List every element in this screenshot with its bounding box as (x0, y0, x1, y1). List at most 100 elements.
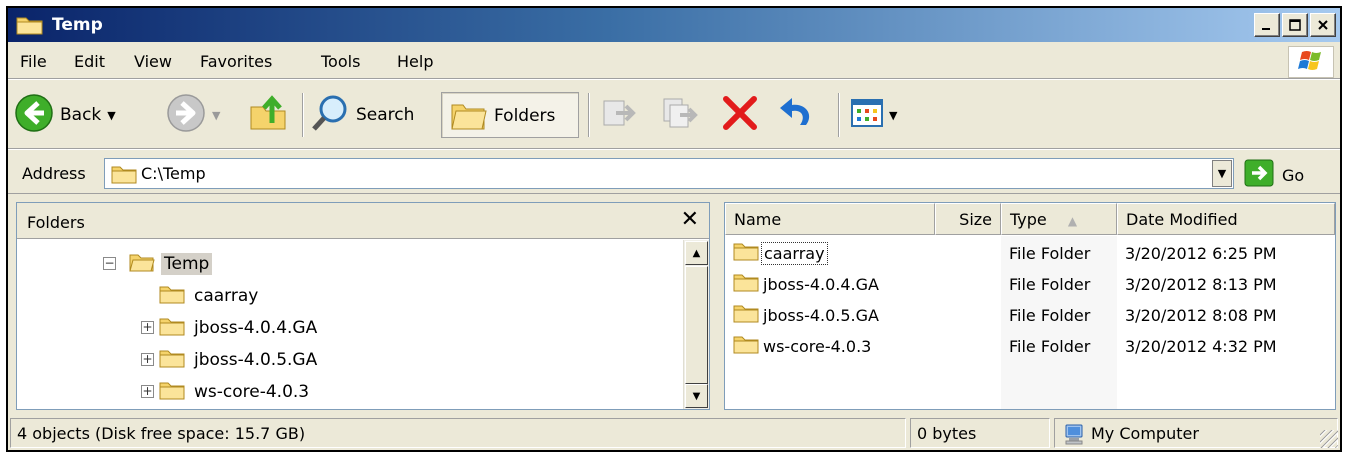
folders-scrollbar[interactable]: ▲ ▼ (683, 240, 709, 409)
expand-icon[interactable]: + (141, 353, 154, 366)
menu-favorites[interactable]: Favorites (200, 52, 272, 71)
folder-icon (111, 164, 137, 189)
list-item[interactable]: jboss-4.0.4.GA File Folder 3/20/2012 8:1… (725, 270, 1335, 301)
list-item[interactable]: jboss-4.0.5.GA File Folder 3/20/2012 8:0… (725, 301, 1335, 332)
status-size: 0 bytes (910, 418, 1050, 448)
standard-toolbar: Back ▼ ▼ Search Folders ▼ (8, 81, 1340, 149)
explorer-window: Temp File Edit View Favorites Tools Help (6, 6, 1342, 452)
back-arrow-icon (14, 93, 54, 138)
maximize-button[interactable] (1282, 13, 1308, 37)
menu-file[interactable]: File (20, 52, 47, 71)
column-header-date-modified[interactable]: Date Modified (1117, 203, 1335, 235)
folders-button[interactable]: Folders (441, 92, 579, 138)
folder-icon (159, 380, 185, 405)
minimize-button[interactable] (1254, 13, 1280, 37)
copy-to-icon (660, 93, 700, 138)
folder-icon (159, 316, 185, 341)
file-modified: 3/20/2012 8:08 PM (1125, 306, 1277, 325)
forward-dropdown-icon[interactable]: ▼ (212, 109, 220, 122)
list-item[interactable]: ws-core-4.0.3 File Folder 3/20/2012 4:32… (725, 332, 1335, 363)
file-type: File Folder (1009, 244, 1091, 263)
up-button[interactable] (248, 94, 288, 136)
delete-button[interactable] (720, 94, 760, 136)
column-header-size[interactable]: Size (935, 203, 1001, 235)
toolbar-separator (588, 93, 590, 137)
close-pane-icon[interactable]: ✕ (681, 207, 699, 232)
status-zone: My Computer (1054, 418, 1338, 448)
scroll-thumb[interactable] (685, 266, 708, 384)
windows-logo-icon (1288, 46, 1334, 78)
expand-icon[interactable]: + (141, 385, 154, 398)
tree-item-jboss-405[interactable]: + jboss-4.0.5.GA (137, 345, 320, 375)
forward-arrow-icon (166, 93, 206, 138)
status-objects: 4 objects (Disk free space: 15.7 GB) (10, 418, 906, 448)
go-button[interactable]: Go (1244, 159, 1304, 192)
search-button[interactable]: Search (310, 94, 414, 136)
tree-item-ws-core[interactable]: + ws-core-4.0.3 (137, 377, 312, 407)
status-bar: 4 objects (Disk free space: 15.7 GB) 0 b… (8, 416, 1340, 452)
folders-icon (450, 95, 488, 138)
file-type: File Folder (1009, 275, 1091, 294)
column-header-name[interactable]: Name (725, 203, 935, 235)
address-field[interactable]: C:\Temp ▼ (104, 158, 1234, 189)
undo-icon (776, 93, 816, 138)
address-bar: Address C:\Temp ▼ Go (8, 152, 1340, 194)
collapse-icon[interactable]: − (103, 257, 116, 270)
address-label: Address (22, 164, 86, 183)
my-computer-icon (1063, 423, 1085, 449)
title-bar[interactable]: Temp (8, 8, 1340, 42)
file-list-view: Name Size Type ▲ Date Modified caarray F… (724, 202, 1336, 410)
back-button[interactable]: Back ▼ (14, 93, 116, 138)
tree-item-jboss-404[interactable]: + jboss-4.0.4.GA (137, 313, 320, 343)
copy-to-button[interactable] (660, 94, 700, 136)
address-value: C:\Temp (141, 164, 206, 183)
views-dropdown-icon[interactable]: ▼ (889, 109, 897, 122)
address-dropdown-icon[interactable]: ▼ (1212, 160, 1232, 187)
folder-icon (159, 284, 185, 309)
list-item[interactable]: caarray File Folder 3/20/2012 6:25 PM (725, 239, 1335, 270)
up-folder-icon (248, 93, 288, 138)
toolbar-separator (302, 93, 304, 137)
views-button[interactable]: ▼ (848, 94, 897, 136)
search-magnifier-icon (310, 93, 350, 138)
close-button[interactable] (1310, 13, 1336, 37)
tree-item-temp[interactable]: − Temp (99, 249, 213, 279)
menu-edit[interactable]: Edit (74, 52, 105, 71)
tree-item-caarray[interactable]: caarray (159, 281, 261, 311)
delete-x-icon (720, 93, 760, 138)
sort-ascending-icon: ▲ (1067, 214, 1078, 228)
file-modified: 3/20/2012 6:25 PM (1125, 244, 1277, 263)
folders-pane: Folders ✕ − Temp caarray + jboss-4.0.4.G… (16, 202, 710, 410)
window-title: Temp (52, 15, 103, 35)
folder-icon (733, 272, 759, 296)
menu-bar: File Edit View Favorites Tools Help (8, 43, 1340, 79)
pane-splitter[interactable] (712, 202, 722, 410)
folders-pane-header: Folders ✕ (17, 203, 709, 239)
toolbar-separator (838, 93, 840, 137)
folder-icon (159, 348, 185, 373)
folders-pane-title: Folders (27, 213, 85, 232)
forward-button[interactable]: ▼ (166, 93, 220, 138)
folder-tree: − Temp caarray + jboss-4.0.4.GA + jboss-… (17, 240, 683, 409)
file-name: jboss-4.0.4.GA (763, 274, 879, 294)
folder-icon (16, 14, 44, 41)
file-modified: 3/20/2012 4:32 PM (1125, 337, 1277, 356)
menu-help[interactable]: Help (397, 52, 433, 71)
resize-grip-icon[interactable] (1320, 430, 1338, 448)
file-modified: 3/20/2012 8:13 PM (1125, 275, 1277, 294)
undo-button[interactable] (776, 94, 816, 136)
move-to-icon (600, 93, 640, 138)
move-to-button[interactable] (600, 94, 640, 136)
folder-icon (733, 334, 759, 358)
menu-tools[interactable]: Tools (321, 52, 360, 71)
menu-view[interactable]: View (134, 52, 172, 71)
column-header-type[interactable]: Type ▲ (1001, 203, 1117, 235)
folder-open-icon (129, 252, 155, 277)
scroll-down-icon[interactable]: ▼ (685, 384, 708, 408)
views-icon (848, 93, 888, 138)
back-dropdown-icon[interactable]: ▼ (107, 109, 115, 122)
scroll-up-icon[interactable]: ▲ (685, 241, 708, 265)
expand-icon[interactable]: + (141, 321, 154, 334)
file-type: File Folder (1009, 337, 1091, 356)
go-arrow-icon (1244, 159, 1274, 192)
